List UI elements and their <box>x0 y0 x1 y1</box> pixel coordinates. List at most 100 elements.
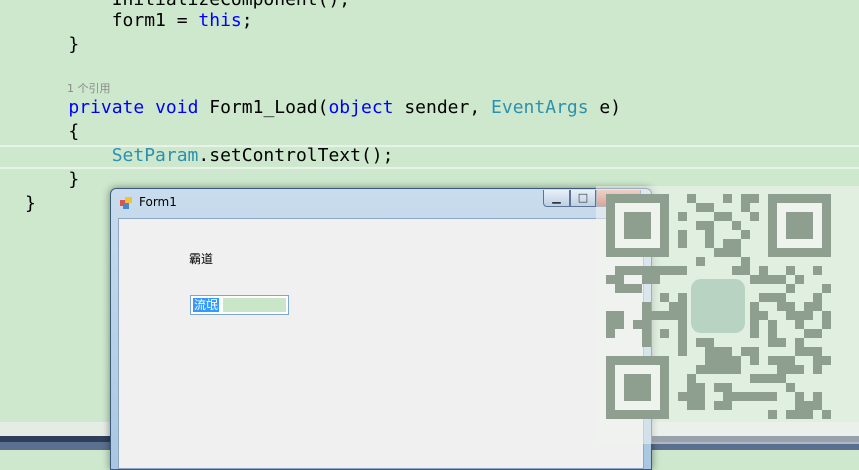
qr-module <box>741 194 750 203</box>
qr-module <box>633 284 642 293</box>
qr-module <box>723 356 732 365</box>
label1: 霸道 <box>189 252 214 266</box>
qr-module <box>606 320 615 329</box>
qr-module <box>669 266 678 275</box>
qr-module <box>723 212 732 221</box>
qr-module <box>678 212 687 221</box>
qr-module <box>741 257 750 266</box>
reference-count[interactable]: 1 个引用 <box>67 80 111 96</box>
qr-module <box>750 329 759 338</box>
qr-module <box>687 401 696 410</box>
qr-module <box>642 320 651 329</box>
qr-module <box>606 329 615 338</box>
maximize-button[interactable]: □ <box>570 190 596 207</box>
code-line[interactable]: } <box>25 33 79 57</box>
qr-module <box>786 284 795 293</box>
qr-module <box>822 284 831 293</box>
qr-module <box>741 347 750 356</box>
qr-module <box>678 230 687 239</box>
qr-module <box>705 338 714 347</box>
minimize-button[interactable]: ▁ <box>543 190 570 207</box>
qr-module <box>642 302 651 311</box>
window-title: Form1 <box>139 195 177 209</box>
qr-module <box>714 401 723 410</box>
qr-module <box>723 248 732 257</box>
qr-module <box>696 401 705 410</box>
qr-module <box>696 221 705 230</box>
qr-module <box>768 329 777 338</box>
qr-module <box>804 329 813 338</box>
qr-module <box>633 266 642 275</box>
qr-module <box>732 266 741 275</box>
qr-module <box>786 356 795 365</box>
qr-module <box>786 311 795 320</box>
qr-module <box>804 302 813 311</box>
qr-center-logo <box>691 279 745 333</box>
code-line[interactable]: } <box>25 168 79 192</box>
qr-module <box>768 320 777 329</box>
qr-module <box>696 383 705 392</box>
qr-module <box>795 401 804 410</box>
qr-module <box>732 356 741 365</box>
code-line[interactable]: SetParam.setControlText(); <box>25 144 394 168</box>
qr-module <box>678 302 687 311</box>
qr-module <box>714 356 723 365</box>
qr-module <box>804 347 813 356</box>
qr-module <box>741 203 750 212</box>
code-token: SetParam <box>111 145 199 166</box>
qr-module <box>786 365 795 374</box>
qr-module <box>768 410 777 419</box>
qr-module <box>822 356 831 365</box>
code-token: e) <box>588 97 622 118</box>
window-title-bar[interactable]: Form1 ▁ □ ✕ <box>111 189 651 217</box>
qr-module <box>678 293 687 302</box>
qr-module <box>624 374 651 401</box>
qr-module <box>750 212 759 221</box>
qr-module <box>759 392 768 401</box>
form1-window[interactable]: Form1 ▁ □ ✕ 霸道 流氓 <box>110 188 652 470</box>
qr-module <box>786 266 795 275</box>
qr-module <box>642 329 651 338</box>
code-line[interactable]: } <box>25 192 36 216</box>
qr-module <box>750 347 759 356</box>
textbox1[interactable]: 流氓 <box>190 295 289 315</box>
code-token: form1 = <box>111 10 199 31</box>
qr-module <box>651 266 660 275</box>
qr-module <box>624 266 633 275</box>
qr-module <box>732 392 741 401</box>
code-token: } <box>25 193 36 214</box>
qr-module <box>777 293 786 302</box>
qr-module <box>678 338 687 347</box>
qr-module <box>795 320 804 329</box>
code-token: .setControlText(); <box>198 145 394 166</box>
qr-module <box>696 203 705 212</box>
qr-module <box>642 338 651 347</box>
code-line[interactable]: form1 = this; <box>25 9 253 33</box>
qr-module <box>777 338 786 347</box>
qr-module <box>642 311 651 320</box>
qr-module <box>741 230 750 239</box>
qr-module <box>714 347 723 356</box>
qr-module <box>759 275 768 284</box>
qr-module <box>768 374 777 383</box>
qr-module <box>750 356 759 365</box>
code-token: sender, <box>393 97 492 118</box>
qr-module <box>687 194 696 203</box>
qr-module <box>768 356 777 365</box>
qr-module <box>615 284 624 293</box>
qr-module <box>759 311 768 320</box>
qr-module <box>714 365 723 374</box>
qr-module <box>723 392 732 401</box>
code-line[interactable]: { <box>25 120 79 144</box>
textbox-selected-text[interactable]: 流氓 <box>193 298 220 312</box>
qr-module <box>705 203 714 212</box>
qr-module <box>813 365 822 374</box>
qr-module <box>750 392 759 401</box>
qr-module <box>732 221 741 230</box>
qr-module <box>723 365 732 374</box>
code-line[interactable]: private void Form1_Load(object sender, E… <box>25 96 621 120</box>
qr-module <box>696 365 705 374</box>
qr-module <box>822 410 831 419</box>
qr-module <box>786 383 795 392</box>
